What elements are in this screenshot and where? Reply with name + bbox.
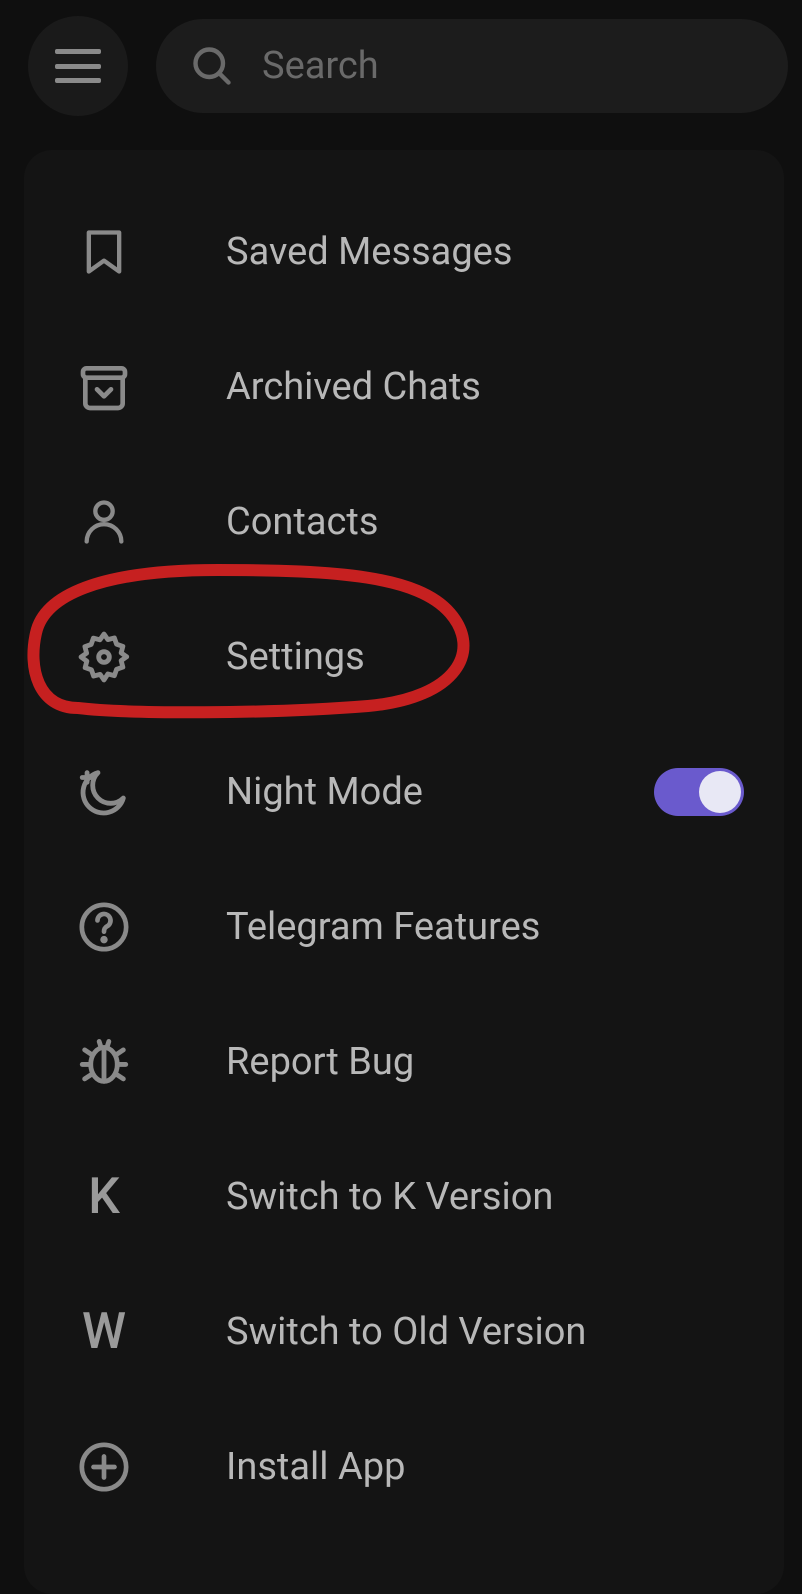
person-icon — [74, 492, 134, 552]
letter-k-icon: K — [74, 1167, 134, 1227]
menu-item-settings[interactable]: Settings — [24, 589, 784, 724]
menu-button[interactable] — [28, 16, 128, 116]
menu-item-contacts[interactable]: Contacts — [24, 454, 784, 589]
menu-label: Report Bug — [226, 1040, 744, 1084]
top-bar: Search — [0, 0, 802, 132]
menu-item-archived-chats[interactable]: Archived Chats — [24, 319, 784, 454]
hamburger-icon — [55, 49, 101, 83]
menu-label: Contacts — [226, 500, 744, 544]
menu-label: Archived Chats — [226, 365, 744, 409]
bookmark-icon — [74, 222, 134, 282]
menu-label: Settings — [226, 635, 744, 679]
menu-item-night-mode[interactable]: Night Mode — [24, 724, 784, 859]
search-bar[interactable]: Search — [156, 19, 788, 113]
night-mode-toggle[interactable] — [654, 768, 744, 816]
help-icon — [74, 897, 134, 957]
menu-label: Switch to Old Version — [226, 1310, 744, 1354]
bug-icon — [74, 1032, 134, 1092]
menu-label: Night Mode — [226, 770, 562, 814]
menu-item-telegram-features[interactable]: Telegram Features — [24, 859, 784, 994]
menu-item-report-bug[interactable]: Report Bug — [24, 994, 784, 1129]
plus-circle-icon — [74, 1437, 134, 1497]
main-menu: Saved Messages Archived Chats Contacts — [24, 150, 784, 1594]
archive-icon — [74, 357, 134, 417]
menu-item-switch-k[interactable]: K Switch to K Version — [24, 1129, 784, 1264]
gear-icon — [74, 627, 134, 687]
menu-label: Install App — [226, 1445, 744, 1489]
menu-item-install-app[interactable]: Install App — [24, 1399, 784, 1534]
search-placeholder: Search — [262, 44, 379, 88]
moon-icon — [74, 762, 134, 822]
menu-item-saved-messages[interactable]: Saved Messages — [24, 184, 784, 319]
menu-label: Saved Messages — [226, 230, 744, 274]
menu-label: Switch to K Version — [226, 1175, 744, 1219]
search-icon — [190, 44, 234, 88]
toggle-knob — [699, 771, 741, 813]
menu-label: Telegram Features — [226, 905, 744, 949]
menu-item-switch-old[interactable]: W Switch to Old Version — [24, 1264, 784, 1399]
letter-w-icon: W — [74, 1302, 134, 1362]
